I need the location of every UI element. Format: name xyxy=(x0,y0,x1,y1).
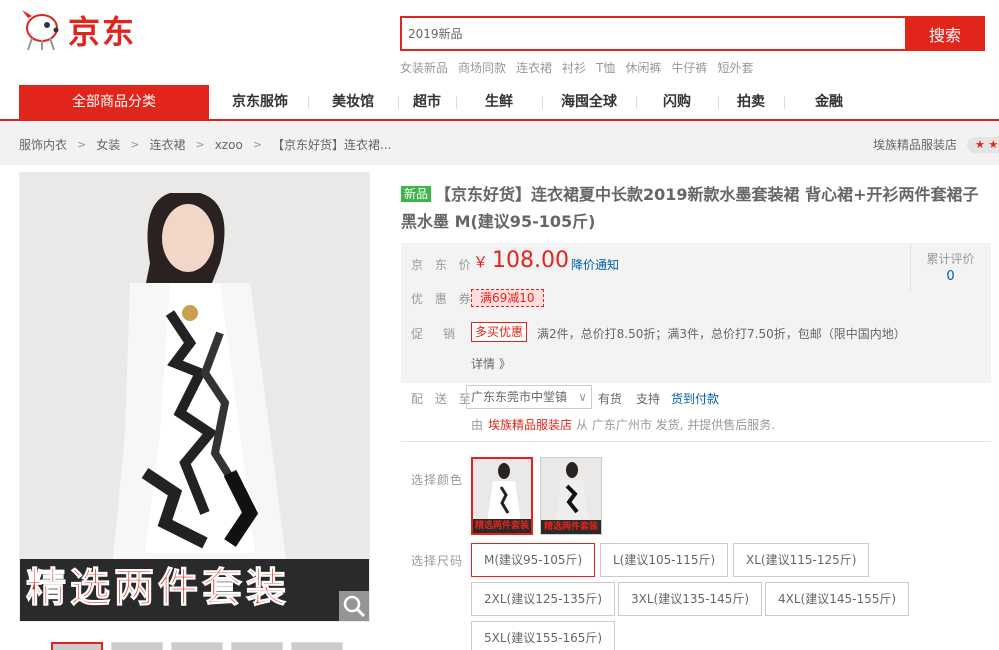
hotword-link[interactable]: 女装新品 xyxy=(400,59,448,76)
hotword-link[interactable]: T恤 xyxy=(596,59,615,76)
nav-item-beauty[interactable]: 美妆馆 xyxy=(308,85,398,119)
shipper-suffix: 从 广东广州市 发货, 并提供售后服务. xyxy=(576,418,776,432)
delivery-area-value: 广东东莞市中堂镇 xyxy=(471,390,568,404)
nav-item-flash[interactable]: 闪购 xyxy=(636,85,718,119)
chevron-right-icon: > xyxy=(195,138,205,151)
product-title-text: 【京东好货】连衣裙夏中长款2019新款水墨套装裙 背心裙+开衫两件套裙子 黑水墨… xyxy=(401,185,979,231)
support-label: 支持 xyxy=(636,392,661,406)
product-main-image[interactable]: 精选两件套装 xyxy=(19,172,370,622)
cod-link[interactable]: 货到付款 xyxy=(671,390,719,407)
all-categories-button[interactable]: 全部商品分类 xyxy=(19,85,209,119)
thumbnail[interactable] xyxy=(291,642,343,650)
hotword-link[interactable]: 休闲裤 xyxy=(625,59,661,76)
nav-item-global[interactable]: 海囤全球 xyxy=(542,85,636,119)
chevron-right-icon: > xyxy=(77,138,87,151)
delivery-area-select[interactable]: 广东东莞市中堂镇 ∨ xyxy=(466,385,592,409)
review-summary[interactable]: 累计评价 0 xyxy=(910,243,990,291)
size-option[interactable]: L(建议105-115斤) xyxy=(600,543,729,577)
nav-item-supermarket[interactable]: 超市 xyxy=(398,85,456,119)
size-label: 选择尺码 xyxy=(411,554,464,568)
color-label: 选择颜色 xyxy=(411,473,464,487)
hotword-link[interactable]: 衬衫 xyxy=(562,59,586,76)
promo-details-link[interactable]: 详情 》 xyxy=(471,355,511,372)
product-title: 新品 【京东好货】连衣裙夏中长款2019新款水墨套装裙 背心裙+开衫两件套裙子 黑… xyxy=(401,181,991,235)
size-option[interactable]: XL(建议115-125斤) xyxy=(733,543,870,577)
breadcrumb-item[interactable]: 【京东好货】连衣裙... xyxy=(272,136,391,153)
price: ￥ 108.00 xyxy=(473,248,569,273)
search-bar: 搜索 xyxy=(400,16,985,51)
chevron-down-icon: ∨ xyxy=(578,390,587,404)
review-label: 累计评价 xyxy=(926,252,975,266)
swatch-caption: 精选两件套装 xyxy=(541,520,601,534)
size-option[interactable]: 2XL(建议125-135斤) xyxy=(471,582,616,616)
coupon-label: 优 惠 券 xyxy=(411,292,475,306)
shipper-shop-link[interactable]: 埃族精品服装店 xyxy=(488,416,572,433)
size-option[interactable]: 4XL(建议145-155斤) xyxy=(765,582,910,616)
price-value: 108.00 xyxy=(492,248,569,273)
currency-symbol: ￥ xyxy=(473,253,489,271)
promo-text: 满2件，总价打8.50折；满3件，总价打7.50折，包邮（限中国内地） xyxy=(537,327,906,341)
thumbnail[interactable] xyxy=(51,642,103,650)
nav-item-fashion[interactable]: 京东服饰 xyxy=(212,85,308,119)
color-swatch[interactable]: 精选两件套装 xyxy=(540,457,602,535)
thumbnail[interactable] xyxy=(171,642,223,650)
breadcrumb-item[interactable]: 女装 xyxy=(96,136,120,153)
price-box: 京 东 价 ￥ 108.00 降价通知 累计评价 0 优 惠 券 满69减10 促… xyxy=(401,243,991,383)
breadcrumb-item[interactable]: 连衣裙 xyxy=(149,136,185,153)
price-label: 京 东 价 xyxy=(411,258,475,272)
new-badge: 新品 xyxy=(401,186,432,202)
shop-name-link[interactable]: 埃族精品服装店 xyxy=(873,136,957,153)
jd-dog-mascot-icon xyxy=(18,8,62,52)
promo-tag: 多买优惠 xyxy=(471,322,528,342)
review-count[interactable]: 0 xyxy=(911,269,990,284)
size-option[interactable]: 3XL(建议135-145斤) xyxy=(618,582,763,616)
swatch-caption: 精选两件套装 xyxy=(473,519,531,533)
thumbnail-strip xyxy=(51,642,343,650)
chevron-right-icon: > xyxy=(252,138,263,151)
jd-brand-text: 京东 xyxy=(68,13,137,51)
hotword-link[interactable]: 牛仔裤 xyxy=(671,59,707,76)
shop-rating-stars: ★ ★ xyxy=(967,137,999,153)
search-input[interactable] xyxy=(400,16,905,51)
jd-logo[interactable]: 京东 xyxy=(18,8,136,52)
breadcrumb-bar: 服饰内衣 > 女装 > 连衣裙 > xzoo > 【京东好货】连衣裙... 埃族精品服装… xyxy=(0,122,999,165)
color-swatch-selected[interactable]: 精选两件套装 xyxy=(471,457,533,535)
size-option[interactable]: 5XL(建议155-165斤) xyxy=(471,621,616,650)
coupon-badge[interactable]: 满69减10 xyxy=(471,289,544,307)
thumbnail[interactable] xyxy=(111,642,163,650)
size-option-selected[interactable]: M(建议95-105斤) xyxy=(471,543,596,577)
breadcrumb: 服饰内衣 > 女装 > 连衣裙 > xzoo > 【京东好货】连衣裙... xyxy=(19,136,391,153)
divider xyxy=(401,441,991,442)
swatch-photo xyxy=(473,459,531,523)
stock-status: 有货 xyxy=(598,392,623,406)
hotword-link[interactable]: 连衣裙 xyxy=(516,59,552,76)
promo-label: 促 销 xyxy=(411,327,460,341)
price-notice-link[interactable]: 降价通知 xyxy=(571,256,619,273)
shipper-prefix: 由 xyxy=(471,418,484,432)
main-nav: 全部商品分类 京东服饰 美妆馆 超市 生鲜 海囤全球 闪购 拍卖 金融 xyxy=(0,85,999,121)
nav-item-auction[interactable]: 拍卖 xyxy=(718,85,784,119)
thumbnail[interactable] xyxy=(231,642,283,650)
hotword-link[interactable]: 短外套 xyxy=(717,59,753,76)
breadcrumb-item[interactable]: xzoo xyxy=(215,138,243,152)
chevron-right-icon: > xyxy=(130,138,140,151)
breadcrumb-item[interactable]: 服饰内衣 xyxy=(19,136,67,153)
hotwords: 女装新品 商场同款 连衣裙 衬衫 T恤 休闲裤 牛仔裤 短外套 xyxy=(400,59,753,76)
hotword-link[interactable]: 商场同款 xyxy=(458,59,506,76)
swatch-photo xyxy=(541,458,601,522)
nav-item-fresh[interactable]: 生鲜 xyxy=(456,85,542,119)
promo-banner-text: 精选两件套装 xyxy=(26,565,290,612)
zoom-icon[interactable] xyxy=(339,591,369,621)
search-button[interactable]: 搜索 xyxy=(905,16,985,51)
nav-item-finance[interactable]: 金融 xyxy=(784,85,874,119)
